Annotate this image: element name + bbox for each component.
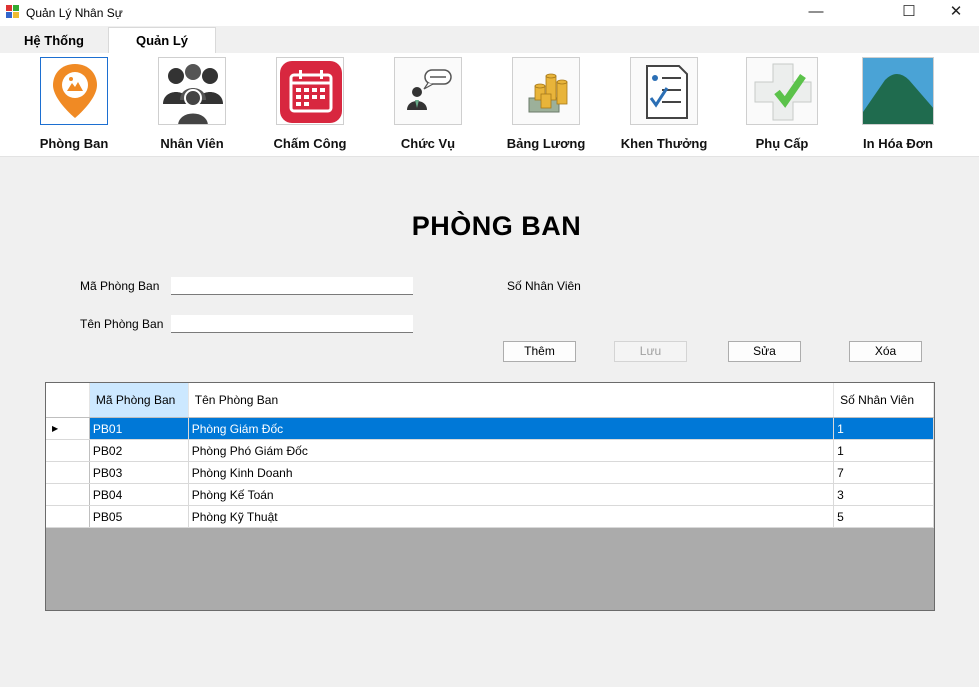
money-coins-icon <box>512 57 580 125</box>
app-icon <box>6 5 19 18</box>
cell-ten-phong-ban[interactable]: Phòng Kế Toán <box>188 483 835 506</box>
cell-so-nhan-vien[interactable]: 5 <box>833 505 934 528</box>
ribbon-label: Nhân Viên <box>160 136 224 151</box>
close-button[interactable]: ✕ <box>933 0 979 26</box>
phong-ban-grid[interactable]: Mã Phòng Ban Tên Phòng Ban Số Nhân Viên … <box>45 382 935 611</box>
cell-ma-phong-ban[interactable]: PB05 <box>89 505 189 528</box>
cell-ten-phong-ban[interactable]: Phòng Phó Giám Đốc <box>188 439 835 462</box>
table-row[interactable]: PB04 Phòng Kế Toán 3 <box>46 483 934 506</box>
cell-so-nhan-vien[interactable]: 1 <box>833 417 934 440</box>
table-row[interactable]: PB03 Phòng Kinh Doanh 7 <box>46 461 934 484</box>
row-header[interactable] <box>46 505 90 528</box>
cell-ma-phong-ban[interactable]: PB03 <box>89 461 189 484</box>
window-title: Quản Lý Nhân Sự <box>26 6 123 20</box>
ma-phong-ban-label: Mã Phòng Ban <box>80 279 160 293</box>
row-header[interactable] <box>46 483 90 506</box>
table-header-row: Mã Phòng Ban Tên Phòng Ban Số Nhân Viên <box>46 383 934 418</box>
table-row[interactable]: PB02 Phòng Phó Giám Đốc 1 <box>46 439 934 462</box>
page-title: PHÒNG BAN <box>411 211 582 241</box>
data-table: Mã Phòng Ban Tên Phòng Ban Số Nhân Viên … <box>46 383 934 528</box>
ribbon-label: Khen Thưởng <box>620 136 708 151</box>
people-icon <box>158 57 226 125</box>
so-nhan-vien-label: Số Nhân Viên <box>507 279 581 293</box>
ribbon-label: Chấm Công <box>273 136 347 151</box>
ribbon-phu-cap[interactable]: Phụ Cấp <box>727 57 837 153</box>
column-header-ten-phong-ban[interactable]: Tên Phòng Ban <box>188 383 835 418</box>
row-header[interactable] <box>46 461 90 484</box>
medical-cross-icon <box>746 57 818 125</box>
cell-ma-phong-ban[interactable]: PB02 <box>89 439 189 462</box>
tab-quan-ly[interactable]: Quản Lý <box>108 27 216 55</box>
table-row[interactable]: ▶ PB01 Phòng Giám Đốc 1 <box>46 417 934 440</box>
row-marker-icon[interactable]: ▶ <box>46 417 90 440</box>
title-bar: Quản Lý Nhân Sự — ☐ ✕ <box>0 0 979 26</box>
cell-so-nhan-vien[interactable]: 1 <box>833 439 934 462</box>
column-header-ma-phong-ban[interactable]: Mã Phòng Ban <box>89 383 189 418</box>
ribbon-phong-ban[interactable]: Phòng Ban <box>19 57 129 153</box>
ribbon-khen-thuong[interactable]: Khen Thưởng <box>609 57 719 153</box>
cell-so-nhan-vien[interactable]: 7 <box>833 461 934 484</box>
ribbon-cham-cong[interactable]: Chấm Công <box>255 57 365 153</box>
calendar-icon <box>276 57 344 125</box>
ribbon-label: Phụ Cấp <box>755 136 809 151</box>
ribbon-label: Bảng Lương <box>506 136 586 151</box>
them-button[interactable]: Thêm <box>503 341 576 362</box>
sua-button[interactable]: Sửa <box>728 341 801 362</box>
maximize-button[interactable]: ☐ <box>886 0 932 26</box>
column-header-so-nhan-vien[interactable]: Số Nhân Viên <box>833 383 934 418</box>
tab-strip: Hệ Thống Quản Lý <box>0 26 979 55</box>
luu-button[interactable]: Lưu <box>614 341 687 362</box>
location-pin-icon <box>40 57 108 125</box>
cell-ten-phong-ban[interactable]: Phòng Kỹ Thuật <box>188 505 835 528</box>
ribbon-label: Chức Vụ <box>400 136 456 151</box>
cell-ma-phong-ban[interactable]: PB01 <box>89 417 189 440</box>
cell-ma-phong-ban[interactable]: PB04 <box>89 483 189 506</box>
ribbon-label: In Hóa Đơn <box>863 136 933 151</box>
cell-so-nhan-vien[interactable]: 3 <box>833 483 934 506</box>
mountain-icon <box>862 57 934 125</box>
cell-ten-phong-ban[interactable]: Phòng Kinh Doanh <box>188 461 835 484</box>
xoa-button[interactable]: Xóa <box>849 341 922 362</box>
row-header-corner <box>46 383 90 418</box>
tab-he-thong[interactable]: Hệ Thống <box>0 28 108 54</box>
speaker-person-icon <box>394 57 462 125</box>
ten-phong-ban-label: Tên Phòng Ban <box>80 317 164 331</box>
ribbon-nhan-vien[interactable]: Nhân Viên <box>137 57 247 153</box>
ten-phong-ban-input[interactable] <box>171 315 413 333</box>
minimize-button[interactable]: — <box>793 0 839 26</box>
ribbon-toolbar: Phòng Ban Nhân Viên Chấm Công Chức Vụ Bả… <box>0 53 979 157</box>
cell-ten-phong-ban[interactable]: Phòng Giám Đốc <box>188 417 835 440</box>
ma-phong-ban-input[interactable] <box>171 277 413 295</box>
row-header[interactable] <box>46 439 90 462</box>
ribbon-chuc-vu[interactable]: Chức Vụ <box>373 57 483 153</box>
table-row[interactable]: PB05 Phòng Kỹ Thuật 5 <box>46 505 934 528</box>
checklist-icon <box>630 57 698 125</box>
ribbon-label: Phòng Ban <box>39 136 109 151</box>
ribbon-bang-luong[interactable]: Bảng Lương <box>491 57 601 153</box>
ribbon-in-hoa-don[interactable]: In Hóa Đơn <box>843 57 953 153</box>
